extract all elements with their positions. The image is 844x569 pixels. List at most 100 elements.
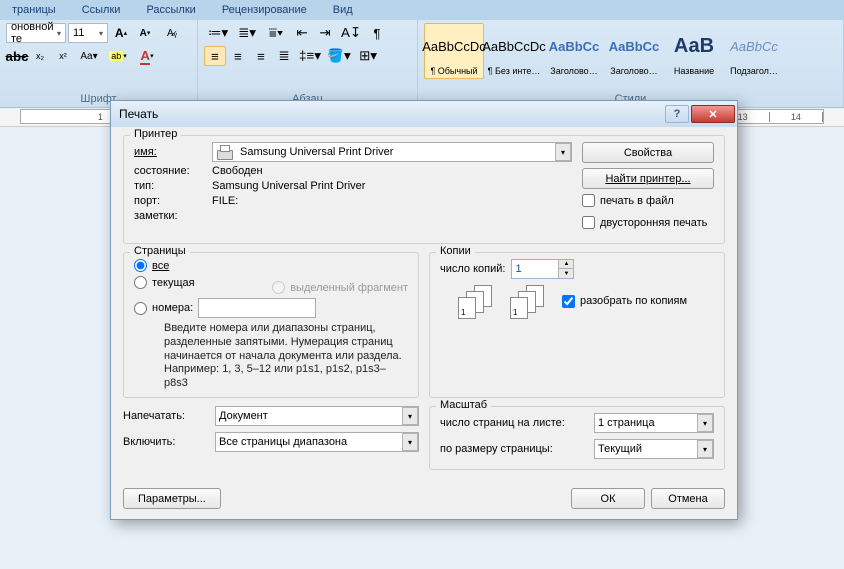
print-to-file-checkbox[interactable]: печать в файл <box>582 194 714 207</box>
indent-inc-button[interactable]: ⇥ <box>314 23 336 43</box>
copies-fieldset: Копии число копий: ▲▼ 321 321 <box>429 252 725 398</box>
tab-review[interactable]: Рецензирование <box>218 2 311 20</box>
printer-name-combo[interactable]: Samsung Universal Print Driver ▾ <box>212 142 572 162</box>
line-spacing-button[interactable]: ‡≡▾ <box>296 46 324 66</box>
pages-all-radio[interactable]: все <box>134 259 272 272</box>
printer-type-value: Samsung Universal Print Driver <box>212 180 365 192</box>
show-marks-button[interactable]: ¶ <box>366 23 388 43</box>
chevron-down-icon: ▾ <box>99 29 103 38</box>
printer-state-label: состояние: <box>134 165 212 177</box>
ribbon-tab-bar: траницы Ссылки Рассылки Рецензирование В… <box>0 0 844 20</box>
subscript-button[interactable]: x₂ <box>29 46 51 66</box>
params-button[interactable]: Параметры... <box>123 488 221 509</box>
sort-button[interactable]: A↧ <box>337 23 365 43</box>
outdent-icon: ⇤ <box>296 25 307 41</box>
to-size-combo[interactable]: Текущий▾ <box>594 439 714 459</box>
pages-hint: Введите номера или диапазоны страниц, ра… <box>164 322 408 391</box>
copies-count-spinner[interactable]: ▲▼ <box>511 259 574 279</box>
help-button[interactable]: ? <box>665 105 689 123</box>
numbering-button[interactable]: ≣▾ <box>233 23 261 43</box>
print-what-combo[interactable]: Документ▾ <box>215 406 419 426</box>
tab-pages[interactable]: траницы <box>8 2 60 20</box>
per-sheet-combo[interactable]: 1 страница▾ <box>594 413 714 433</box>
group-paragraph: ≔▾ ≣▾ ⩸▾ ⇤ ⇥ A↧ ¶ ≡ ≡ ≡ ≣ ‡≡▾ 🪣▾ ⊞▾ Абза… <box>198 20 418 107</box>
tab-links[interactable]: Ссылки <box>78 2 125 20</box>
style-normal[interactable]: AaBbCcDc ¶ Обычный <box>424 23 484 79</box>
collate-preview-1: 321 <box>458 285 494 321</box>
highlight-button[interactable]: ab▾ <box>104 46 132 66</box>
font-color-button[interactable]: A▾ <box>133 46 161 66</box>
pages-legend: Страницы <box>130 245 190 257</box>
grow-font-button[interactable]: A▴ <box>110 23 132 43</box>
printer-notes-label: заметки: <box>134 210 212 222</box>
printer-fieldset: Принтер имя: Samsung Universal Print Dri… <box>123 135 725 244</box>
ribbon: оновной те▾ 11▾ A▴ A▾ A̷ᵧ abє x₂ x² Aa▾ … <box>0 20 844 108</box>
printer-state-value: Свободен <box>212 165 263 177</box>
style-heading2[interactable]: AaBbCc Заголово… <box>604 23 664 79</box>
print-what-label: Напечатать: <box>123 410 209 422</box>
line-spacing-icon: ‡≡▾ <box>299 48 321 64</box>
align-right-button[interactable]: ≡ <box>250 46 272 66</box>
borders-button[interactable]: ⊞▾ <box>354 46 382 66</box>
dialog-title: Печать <box>119 107 665 121</box>
printer-icon <box>216 145 234 160</box>
collate-checkbox[interactable]: разобрать по копиям <box>562 295 687 308</box>
pages-current-radio[interactable]: текущая <box>134 276 272 289</box>
cancel-button[interactable]: Отмена <box>651 488 725 509</box>
align-justify-button[interactable]: ≣ <box>273 46 295 66</box>
chevron-down-icon: ▾ <box>697 440 713 458</box>
pilcrow-icon: ¶ <box>373 26 380 41</box>
style-no-spacing[interactable]: AaBbCcDc ¶ Без инте… <box>484 23 544 79</box>
scale-legend: Масштаб <box>436 399 491 411</box>
find-printer-button[interactable]: Найти принтер... <box>582 168 714 189</box>
close-button[interactable]: ✕ <box>691 105 735 123</box>
style-heading1[interactable]: AaBbCc Заголово… <box>544 23 604 79</box>
printer-legend: Принтер <box>130 128 181 140</box>
align-left-button[interactable]: ≡ <box>204 46 226 66</box>
multilevel-icon: ⩸▾ <box>269 25 284 41</box>
sort-icon: A↧ <box>341 25 361 41</box>
chevron-down-icon: ▾ <box>402 433 418 451</box>
font-name-value: оновной те <box>11 21 57 45</box>
style-title[interactable]: АаВ Название <box>664 23 724 79</box>
to-size-label: по размеру страницы: <box>440 443 588 455</box>
print-include-label: Включить: <box>123 436 209 448</box>
font-name-combo[interactable]: оновной те▾ <box>6 23 66 43</box>
font-size-combo[interactable]: 11▾ <box>68 23 108 43</box>
group-styles: AaBbCcDc ¶ Обычный AaBbCcDc ¶ Без инте… … <box>418 20 844 107</box>
printer-name-value: Samsung Universal Print Driver <box>240 146 393 158</box>
ok-button[interactable]: ОК <box>571 488 645 509</box>
dialog-titlebar[interactable]: Печать ? ✕ <box>111 101 737 127</box>
indent-icon: ⇥ <box>319 25 330 41</box>
tab-view[interactable]: Вид <box>329 2 357 20</box>
styles-gallery[interactable]: AaBbCcDc ¶ Обычный AaBbCcDc ¶ Без инте… … <box>424 23 837 79</box>
align-justify-icon: ≣ <box>278 48 289 64</box>
printer-name-label: имя: <box>134 146 212 158</box>
tab-mailings[interactable]: Рассылки <box>142 2 199 20</box>
strikethrough-button[interactable]: abє <box>6 46 28 66</box>
chevron-down-icon: ▾ <box>57 29 61 38</box>
pages-numbers-radio[interactable]: номера: <box>134 302 193 315</box>
spinner-down-icon[interactable]: ▼ <box>559 269 573 278</box>
numbering-icon: ≣▾ <box>238 25 256 41</box>
align-right-icon: ≡ <box>257 49 265 64</box>
style-subtitle[interactable]: AаBbCc Подзагол… <box>724 23 784 79</box>
print-dialog: Печать ? ✕ Принтер имя: Samsung Universa… <box>110 100 738 520</box>
duplex-checkbox[interactable]: двусторонняя печать <box>582 216 714 229</box>
clear-format-button[interactable]: A̷ᵧ <box>158 23 186 43</box>
indent-dec-button[interactable]: ⇤ <box>291 23 313 43</box>
change-case-button[interactable]: Aa▾ <box>75 46 103 66</box>
pages-numbers-input[interactable] <box>198 298 316 318</box>
print-include-combo[interactable]: Все страницы диапазона▾ <box>215 432 419 452</box>
printer-type-label: тип: <box>134 180 212 192</box>
align-center-button[interactable]: ≡ <box>227 46 249 66</box>
spinner-up-icon[interactable]: ▲ <box>559 260 573 269</box>
chevron-down-icon: ▾ <box>402 407 418 425</box>
copies-count-input[interactable] <box>512 263 558 275</box>
shrink-font-button[interactable]: A▾ <box>134 23 156 43</box>
multilevel-button[interactable]: ⩸▾ <box>262 23 290 43</box>
shading-button[interactable]: 🪣▾ <box>325 46 353 66</box>
properties-button[interactable]: Свойства <box>582 142 714 163</box>
bullets-button[interactable]: ≔▾ <box>204 23 232 43</box>
superscript-button[interactable]: x² <box>52 46 74 66</box>
